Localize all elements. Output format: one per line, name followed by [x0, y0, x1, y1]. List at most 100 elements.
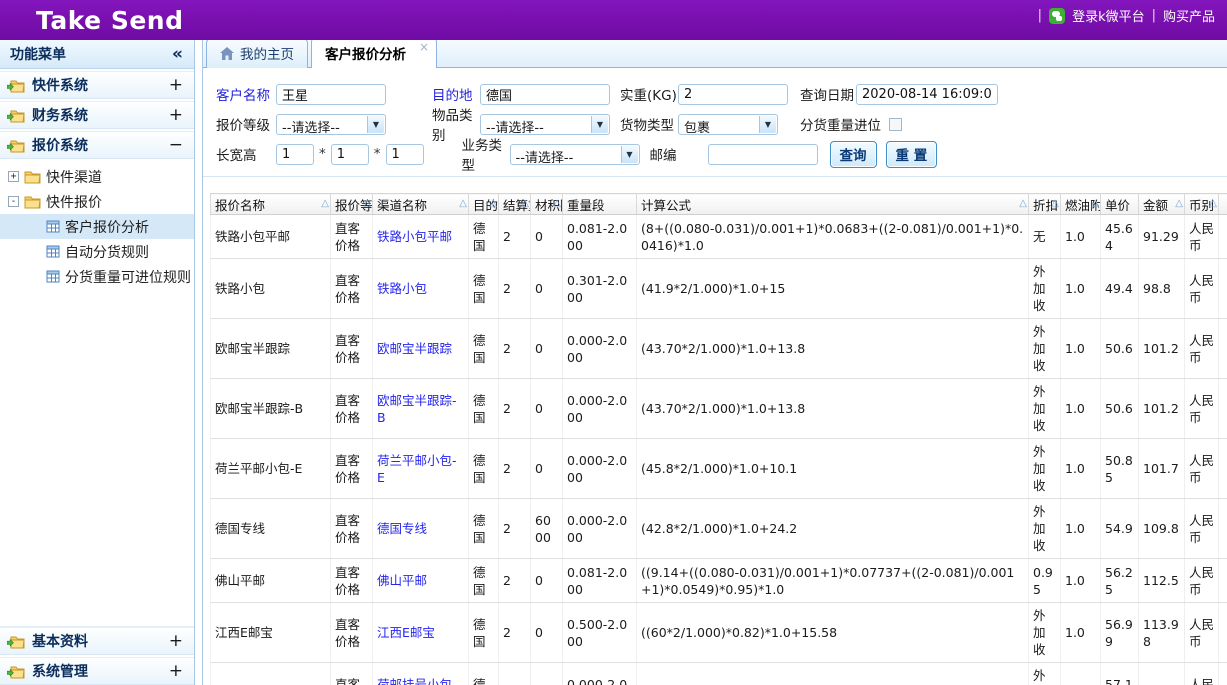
column-header-amount[interactable]: 金额△: [1139, 194, 1185, 215]
column-header-currency[interactable]: 币别△: [1185, 194, 1219, 215]
tab-customer-quote-analysis[interactable]: 客户报价分析 ×: [311, 40, 437, 68]
expand-plus-icon[interactable]: +: [169, 77, 183, 94]
sidebar-section-quote-system[interactable]: 报价系统 −: [0, 131, 194, 159]
tree-node-express-channel[interactable]: + 快件渠道: [0, 164, 194, 189]
quote-grade-select[interactable]: --请选择-- ▼: [276, 114, 386, 135]
channel-link[interactable]: 江西E邮宝: [377, 625, 435, 640]
column-header-channel[interactable]: 渠道名称△: [373, 194, 469, 215]
sort-icon[interactable]: △: [521, 198, 529, 209]
sidebar-section-system-manage[interactable]: 系统管理 +: [0, 657, 194, 685]
tree-leaf-split-weight-carry-rule[interactable]: 分货重量可进位规则: [0, 264, 194, 289]
cell-unit: 49.4: [1101, 259, 1139, 319]
sort-icon[interactable]: △: [363, 198, 371, 209]
table-row[interactable]: 荷兰平邮小包-E直客价格荷兰平邮小包-E德国200.000-2.000(45.8…: [211, 439, 1227, 499]
select-value: 包裹: [684, 121, 710, 135]
sort-icon[interactable]: △: [553, 198, 561, 209]
cell-discount: 无: [1029, 215, 1061, 259]
cell-name: 德国专线: [211, 499, 331, 559]
collapse-minus-icon[interactable]: −: [169, 137, 183, 154]
channel-link[interactable]: 铁路小包: [377, 281, 427, 296]
sort-icon[interactable]: △: [1091, 198, 1099, 209]
cell-clipped: [1219, 379, 1227, 439]
table-row[interactable]: 德国专线直客价格德国专线德国260000.000-2.000(42.8*2/1.…: [211, 499, 1227, 559]
dropdown-arrow-icon[interactable]: ▼: [759, 116, 776, 133]
column-header-discount[interactable]: 折扣△: [1029, 194, 1061, 215]
dropdown-arrow-icon[interactable]: ▼: [367, 116, 384, 133]
tree-expand-icon[interactable]: +: [8, 171, 19, 182]
reset-button[interactable]: 重 置: [886, 141, 938, 168]
query-date-input[interactable]: [856, 84, 998, 105]
customer-name-input[interactable]: [276, 84, 386, 105]
column-header-volume[interactable]: 材积除△: [531, 194, 563, 215]
buy-product-link[interactable]: 购买产品: [1163, 6, 1215, 25]
channel-link[interactable]: 德国专线: [377, 521, 427, 536]
destination-input[interactable]: [480, 84, 610, 105]
cell-settle: 2: [499, 215, 531, 259]
dropdown-arrow-icon[interactable]: ▼: [591, 116, 608, 133]
tree-node-express-quote[interactable]: - 快件报价: [0, 189, 194, 214]
channel-link[interactable]: 荷兰平邮小包-E: [377, 453, 457, 485]
sidebar-section-express-system[interactable]: 快件系统 +: [0, 71, 194, 99]
table-row[interactable]: 江西E邮宝直客价格江西E邮宝德国200.500-2.000((60*2/1.00…: [211, 603, 1227, 663]
actual-weight-input[interactable]: [678, 84, 788, 105]
dropdown-arrow-icon[interactable]: ▼: [621, 146, 638, 163]
tree-collapse-icon[interactable]: -: [8, 196, 19, 207]
zip-code-input[interactable]: [708, 144, 818, 165]
table-row[interactable]: 铁路小包平邮直客价格铁路小包平邮德国200.081-2.000(8+((0.08…: [211, 215, 1227, 259]
cell-volume: 0: [531, 259, 563, 319]
cell-grade: 直客价格: [331, 663, 373, 685]
table-icon: [46, 220, 60, 233]
expand-plus-icon[interactable]: +: [169, 633, 183, 650]
cell-dest: 德国: [469, 379, 499, 439]
width-input[interactable]: [331, 144, 369, 165]
login-kwei-link[interactable]: 登录k微平台: [1072, 6, 1145, 25]
channel-link[interactable]: 佛山平邮: [377, 573, 427, 588]
sort-icon[interactable]: △: [489, 198, 497, 209]
sort-icon[interactable]: △: [1175, 198, 1183, 209]
channel-link[interactable]: 欧邮宝半跟踪-B: [377, 393, 457, 425]
tree-leaf-auto-split-rule[interactable]: 自动分货规则: [0, 239, 194, 264]
close-tab-icon[interactable]: ×: [419, 40, 429, 54]
expand-plus-icon[interactable]: +: [169, 663, 183, 680]
sort-icon[interactable]: △: [321, 198, 329, 209]
sort-icon[interactable]: △: [459, 198, 467, 209]
sort-icon[interactable]: △: [1209, 198, 1217, 209]
column-header-fuel[interactable]: 燃油附加△: [1061, 194, 1101, 215]
column-header-formula[interactable]: 计算公式△: [637, 194, 1029, 215]
sort-icon[interactable]: △: [1051, 198, 1059, 209]
channel-link[interactable]: 欧邮宝半跟踪: [377, 341, 452, 356]
item-category-select[interactable]: --请选择-- ▼: [480, 114, 610, 135]
table-row[interactable]: 荷邮挂号小包-E直客价格荷邮挂号小包-E德国200.000-2.000(46.7…: [211, 663, 1227, 685]
column-header-settle[interactable]: 结算重量△: [499, 194, 531, 215]
expand-plus-icon[interactable]: +: [169, 107, 183, 124]
actual-weight-label: 实重(KG): [620, 84, 678, 104]
column-header-name[interactable]: 报价名称△: [211, 194, 331, 215]
collapse-sidebar-icon[interactable]: «: [172, 44, 183, 64]
table-row[interactable]: 欧邮宝半跟踪-B直客价格欧邮宝半跟踪-B德国200.000-2.000(43.7…: [211, 379, 1227, 439]
height-input[interactable]: [386, 144, 424, 165]
sidebar-splitter[interactable]: [195, 40, 202, 685]
business-type-select[interactable]: --请选择-- ▼: [510, 144, 640, 165]
cell-clipped: [1219, 215, 1227, 259]
column-header-dest[interactable]: 目的地△: [469, 194, 499, 215]
split-weight-carry-checkbox[interactable]: [889, 118, 902, 131]
column-header-weight[interactable]: 重量段: [563, 194, 637, 215]
sort-icon[interactable]: △: [1019, 198, 1027, 209]
sidebar-section-basic-data[interactable]: 基本资料 +: [0, 627, 194, 655]
table-row[interactable]: 铁路小包直客价格铁路小包德国200.301-2.000(41.9*2/1.000…: [211, 259, 1227, 319]
table-row[interactable]: 欧邮宝半跟踪直客价格欧邮宝半跟踪德国200.000-2.000(43.70*2/…: [211, 319, 1227, 379]
cargo-type-select[interactable]: 包裹 ▼: [678, 114, 778, 135]
sidebar-section-finance-system[interactable]: 财务系统 +: [0, 101, 194, 129]
cell-currency: 人民币: [1185, 439, 1219, 499]
tree-leaf-customer-quote-analysis[interactable]: 客户报价分析: [0, 214, 194, 239]
length-input[interactable]: [276, 144, 314, 165]
column-header-unit[interactable]: 单价: [1101, 194, 1139, 215]
channel-link[interactable]: 荷邮挂号小包-E: [377, 677, 457, 685]
cell-volume: 0: [531, 379, 563, 439]
select-value: --请选择--: [486, 121, 544, 135]
table-row[interactable]: 佛山平邮直客价格佛山平邮德国200.081-2.000((9.14+((0.08…: [211, 559, 1227, 603]
column-header-grade[interactable]: 报价等级△: [331, 194, 373, 215]
search-button[interactable]: 查询: [830, 141, 877, 168]
tab-my-home[interactable]: 我的主页: [206, 40, 308, 68]
channel-link[interactable]: 铁路小包平邮: [377, 229, 452, 244]
